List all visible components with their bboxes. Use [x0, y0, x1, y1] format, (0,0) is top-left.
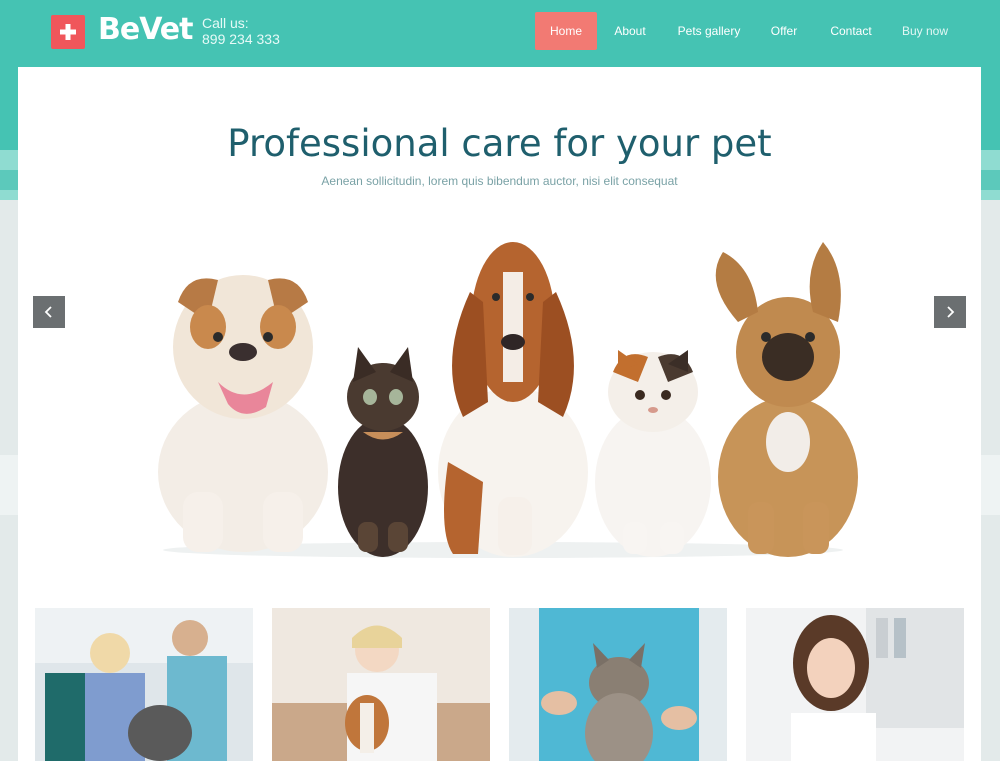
thumbnail-vet-with-beagle[interactable] — [272, 608, 490, 761]
nav-home[interactable]: Home — [535, 12, 597, 50]
chevron-left-icon — [44, 306, 52, 318]
vets-with-dog-photo — [35, 608, 253, 761]
brand-name[interactable]: BeVet — [98, 12, 193, 47]
slider-prev-button[interactable] — [33, 296, 65, 328]
hero-title: Professional care for your pet — [227, 122, 772, 165]
nav-about[interactable]: About — [607, 12, 653, 50]
basset-hound-figure — [438, 242, 588, 557]
bulldog-figure — [158, 275, 328, 552]
persian-cat-figure — [595, 350, 711, 557]
vet-with-beagle-photo — [272, 608, 490, 761]
site-header: BeVet Call us: 899 234 333 Home About Pe… — [0, 0, 1000, 62]
thumbnail-vets-with-dog[interactable] — [35, 608, 253, 761]
thumbnail-row — [35, 608, 965, 761]
nav-offer[interactable]: Offer — [765, 12, 803, 50]
french-bulldog-figure — [715, 242, 858, 557]
woman-portrait-photo — [746, 608, 964, 761]
thumbnail-woman-portrait[interactable] — [746, 608, 964, 761]
nav-contact[interactable]: Contact — [823, 12, 879, 50]
vet-holding-cat-photo — [509, 608, 727, 761]
main-card: Professional care for your pet Aenean so… — [18, 67, 981, 761]
kitten-figure — [338, 347, 428, 557]
logo-cross-icon[interactable] — [51, 15, 85, 49]
chevron-right-icon — [947, 306, 955, 318]
slider-next-button[interactable] — [934, 296, 966, 328]
thumbnail-vet-holding-cat[interactable] — [509, 608, 727, 761]
hero-subtitle: Aenean sollicitudin, lorem quis bibendum… — [321, 174, 678, 188]
call-us-label: Call us: — [202, 15, 249, 31]
slider-pets-image — [158, 242, 858, 558]
nav-pets-gallery[interactable]: Pets gallery — [671, 12, 747, 50]
nav-buy-now[interactable]: Buy now — [897, 12, 953, 50]
phone-number: 899 234 333 — [202, 31, 280, 47]
plus-icon — [60, 24, 76, 40]
